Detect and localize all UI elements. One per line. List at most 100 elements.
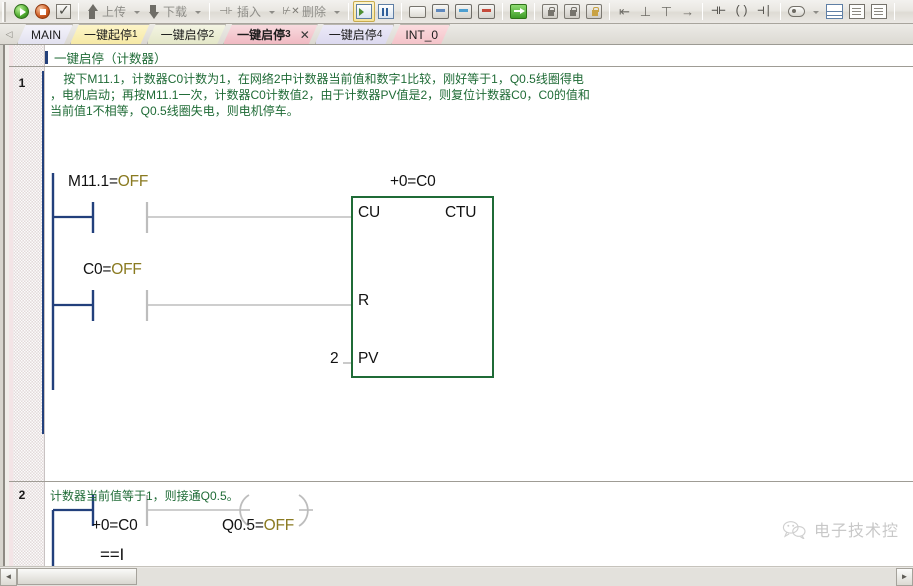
edit-sheet-icon bbox=[849, 4, 865, 19]
tab-label: 一键启停 bbox=[161, 26, 209, 43]
add-lock-button[interactable] bbox=[583, 1, 605, 22]
scroll-left-button[interactable]: ◄ bbox=[0, 568, 17, 586]
tab-label-suffix: 4 bbox=[377, 29, 383, 40]
ladder-editor-window: 上传 下载 ⊣⊦ 插入 ⊬✕ 删除 bbox=[0, 0, 913, 586]
network-2-separator bbox=[9, 481, 913, 482]
program-status-icon bbox=[356, 4, 372, 19]
toolbar-separator bbox=[609, 3, 610, 20]
download-dropdown-caret-icon[interactable] bbox=[195, 11, 201, 14]
branch-up-button[interactable]: ⇤ bbox=[614, 1, 635, 22]
stop-button[interactable] bbox=[32, 1, 53, 22]
lock-button[interactable] bbox=[539, 1, 561, 22]
insert-contact-button[interactable]: ⊣⊢ bbox=[707, 1, 730, 22]
tab-label: 一键起停 bbox=[84, 26, 132, 43]
toolbar-drag-grip[interactable] bbox=[2, 2, 9, 22]
status-chart-button[interactable] bbox=[785, 1, 808, 22]
coil-label: Q0.5=OFF bbox=[222, 517, 294, 535]
contact-2-label: C0=OFF bbox=[83, 261, 142, 279]
tab-label: 一键启停 bbox=[329, 26, 377, 43]
tab-close-icon[interactable]: ✕ bbox=[300, 28, 310, 42]
contact-2-value: OFF bbox=[111, 261, 141, 278]
compile-button[interactable] bbox=[53, 1, 74, 22]
horizontal-scrollbar[interactable]: ◄ ► bbox=[0, 566, 913, 586]
download-button[interactable]: 下载 bbox=[144, 1, 190, 22]
run-icon bbox=[14, 4, 29, 19]
insert-box-button[interactable]: ⊣| bbox=[753, 1, 776, 22]
toolbar-separator bbox=[78, 3, 79, 20]
tab-yijianqiting-4[interactable]: 一键启停 4 bbox=[315, 24, 395, 44]
compile-icon bbox=[56, 4, 71, 19]
arrow-right-icon: → bbox=[680, 4, 695, 19]
delete-network-button[interactable]: ⊬✕ 删除 bbox=[279, 1, 329, 22]
coil-value: OFF bbox=[264, 517, 294, 534]
edit-sheet-button[interactable] bbox=[846, 1, 868, 22]
status-dropdown-caret-icon[interactable] bbox=[813, 11, 819, 14]
right-arrow-icon bbox=[510, 4, 527, 19]
tab-yijianqiting-2[interactable]: 一键启停 2 bbox=[147, 24, 227, 44]
scrollbar-track[interactable] bbox=[17, 568, 896, 586]
toolbar-separator bbox=[780, 3, 781, 20]
network-2-comment[interactable]: 计数器当前值等于1，则接通Q0.5。 bbox=[50, 488, 670, 504]
toolbar-separator bbox=[534, 3, 535, 20]
tab-yijianqiting-1[interactable]: 一键起停 1 bbox=[70, 24, 150, 44]
read-plc-icon bbox=[432, 4, 449, 19]
tab-yijianqiting-3-active[interactable]: 一键启停 3 ✕ bbox=[223, 24, 318, 44]
write-plc-button[interactable] bbox=[452, 1, 475, 22]
box-icon: ⊣| bbox=[756, 4, 773, 19]
toolbar-separator bbox=[401, 3, 402, 20]
branch-merge-button[interactable]: ⊤ bbox=[656, 1, 677, 22]
branch-down-button[interactable]: ⊥ bbox=[635, 1, 656, 22]
scroll-right-button[interactable]: ► bbox=[896, 568, 913, 586]
contact-1-value: OFF bbox=[118, 173, 148, 190]
insert-network-icon: ⊣⊦ bbox=[217, 4, 235, 20]
delete-label: 删除 bbox=[302, 3, 326, 20]
status-pill-icon bbox=[788, 6, 805, 17]
toolbar-separator bbox=[702, 3, 703, 20]
tab-scroll-left-icon[interactable]: ◁ bbox=[1, 24, 17, 44]
upload-button[interactable]: 上传 bbox=[83, 1, 129, 22]
read-plc-button[interactable] bbox=[429, 1, 452, 22]
watermark: 电子技术控 bbox=[781, 517, 899, 541]
watermark-text: 电子技术控 bbox=[814, 517, 899, 541]
wechat-logo-icon bbox=[781, 519, 807, 539]
tab-label: INT_0 bbox=[405, 28, 438, 42]
ladder-canvas[interactable]: 一键启停（计数器） 1 按下M11.1，计数器C0计数为1，在网络2中计数器当前… bbox=[0, 45, 913, 566]
network-2-number: 2 bbox=[11, 488, 33, 502]
compare-suffix: =C0 bbox=[109, 517, 137, 534]
edit-sheet-2-icon bbox=[871, 4, 887, 19]
tab-int-0[interactable]: INT_0 bbox=[391, 24, 450, 44]
run-button[interactable] bbox=[11, 1, 32, 22]
window-button[interactable] bbox=[406, 1, 429, 22]
window-icon bbox=[409, 6, 426, 18]
contact-1-label: M11.1=OFF bbox=[68, 173, 148, 191]
delete-dropdown-caret-icon[interactable] bbox=[334, 11, 340, 14]
scrollbar-thumb[interactable] bbox=[17, 568, 137, 585]
compare-operator-label: ==I bbox=[100, 545, 124, 565]
edit-sheet2-button[interactable] bbox=[868, 1, 890, 22]
upload-dropdown-caret-icon[interactable] bbox=[134, 11, 140, 14]
unlock-button[interactable] bbox=[561, 1, 583, 22]
upload-label: 上传 bbox=[102, 3, 126, 20]
lock-icon bbox=[542, 4, 558, 19]
insert-coil-button[interactable]: () bbox=[730, 1, 753, 22]
download-label: 下载 bbox=[163, 3, 187, 20]
ctu-input-pv-label: PV bbox=[358, 350, 378, 368]
status-table-button[interactable] bbox=[823, 1, 846, 22]
stop-icon bbox=[35, 4, 50, 19]
insert-network-button[interactable]: ⊣⊦ 插入 bbox=[214, 1, 264, 22]
program-status-button[interactable] bbox=[353, 1, 375, 22]
toolbar-separator bbox=[502, 3, 503, 20]
pause-status-button[interactable] bbox=[375, 1, 397, 22]
download-arrow-icon bbox=[147, 4, 161, 20]
toolbar-separator bbox=[348, 3, 349, 20]
insert-dropdown-caret-icon[interactable] bbox=[269, 11, 275, 14]
tab-main[interactable]: MAIN bbox=[17, 24, 73, 44]
delete-network-icon: ⊬✕ bbox=[282, 4, 300, 20]
go-button[interactable] bbox=[507, 1, 530, 22]
toolbar-separator bbox=[894, 3, 895, 20]
compare-prefix: +0 bbox=[92, 517, 109, 534]
ctu-instance-suffix: =C0 bbox=[407, 173, 435, 190]
main-toolbar: 上传 下载 ⊣⊦ 插入 ⊬✕ 删除 bbox=[0, 0, 913, 24]
branch-right-button[interactable]: → bbox=[677, 1, 698, 22]
clear-plc-button[interactable] bbox=[475, 1, 498, 22]
